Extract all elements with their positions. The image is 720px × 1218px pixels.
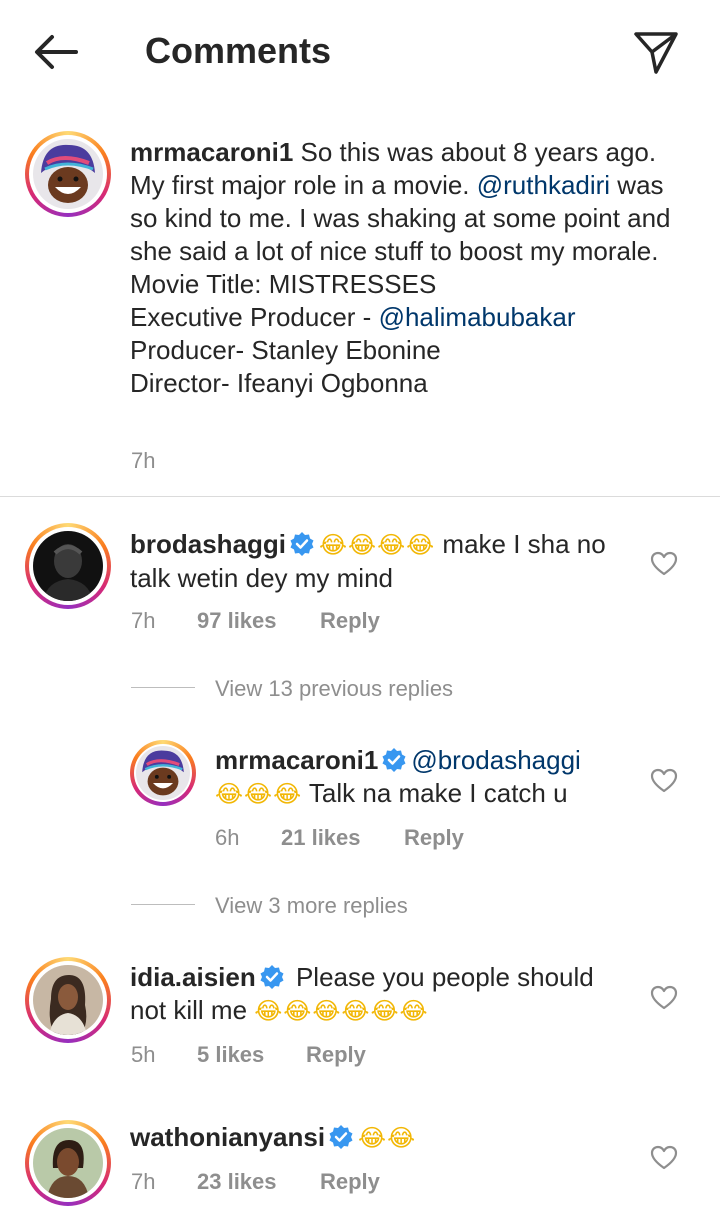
- caption-line-director: Director- Ifeanyi Ogbonna: [130, 368, 428, 398]
- verified-badge-icon: [382, 748, 406, 772]
- caption-meta: 7h: [131, 448, 197, 474]
- verified-badge-icon: [260, 965, 284, 989]
- view-previous-replies-button[interactable]: View 13 previous replies: [215, 676, 453, 702]
- timestamp: 5h: [131, 1042, 156, 1067]
- reply-button[interactable]: Reply: [404, 825, 464, 851]
- comment-text: brodashaggi 😂😂😂😂 make I sha no talk wetin…: [130, 529, 606, 593]
- avatar[interactable]: [130, 740, 196, 806]
- caption-text: mrmacaroni1 So this was about 8 years ag…: [130, 137, 671, 398]
- comment-text: wathonianyansi 😂😂: [130, 1121, 630, 1155]
- verified-badge-icon: [329, 1125, 353, 1149]
- username[interactable]: idia.aisien: [130, 962, 256, 992]
- caption-line-exec: Executive Producer -: [130, 302, 379, 332]
- avatar[interactable]: [25, 523, 111, 609]
- username[interactable]: brodashaggi: [130, 529, 286, 559]
- back-button[interactable]: [28, 28, 84, 76]
- paper-plane-icon: [634, 32, 678, 74]
- avatar[interactable]: [25, 1120, 111, 1206]
- arrow-left-icon: [35, 35, 78, 69]
- share-button[interactable]: [630, 26, 682, 78]
- comment-meta: 5h 5 likes Reply: [131, 1042, 366, 1068]
- emoji: 😂😂😂😂: [319, 531, 436, 559]
- page-title: Comments: [145, 30, 332, 71]
- likes-count[interactable]: 21 likes: [281, 825, 404, 851]
- divider: [0, 496, 720, 497]
- reply-text: mrmacaroni1 @brodashaggi 😂😂😂 Talk na make…: [215, 744, 635, 811]
- divider: [131, 904, 195, 905]
- emoji: 😂😂😂: [215, 780, 303, 808]
- comment-text: idia.aisien Please you people should not…: [130, 961, 630, 1028]
- comment-meta: 7h 97 likes Reply: [131, 608, 380, 634]
- mention-link[interactable]: @halimabubakar: [379, 302, 576, 332]
- caption-line-producer: Producer- Stanley Ebonine: [130, 335, 441, 365]
- reply-button[interactable]: Reply: [320, 1169, 380, 1195]
- emoji: 😂😂😂😂😂😂: [254, 997, 429, 1025]
- reply-button[interactable]: Reply: [320, 608, 380, 634]
- likes-count[interactable]: 5 likes: [197, 1042, 306, 1068]
- mention-link[interactable]: @ruthkadiri: [477, 170, 610, 200]
- avatar[interactable]: [25, 131, 111, 217]
- timestamp: 7h: [131, 1169, 156, 1194]
- header: Comments: [0, 0, 720, 100]
- likes-count[interactable]: 23 likes: [197, 1169, 320, 1195]
- view-more-replies-button[interactable]: View 3 more replies: [215, 893, 408, 919]
- divider: [131, 687, 195, 688]
- comment-meta: 7h 23 likes Reply: [131, 1169, 380, 1195]
- timestamp: 7h: [131, 608, 156, 633]
- reply-button[interactable]: Reply: [306, 1042, 366, 1068]
- username[interactable]: mrmacaroni1: [215, 745, 378, 775]
- verified-badge-icon: [290, 532, 314, 556]
- username[interactable]: mrmacaroni1: [130, 137, 293, 167]
- emoji: 😂😂: [358, 1124, 417, 1152]
- caption-line-movie: Movie Title: MISTRESSES: [130, 269, 437, 299]
- avatar[interactable]: [25, 957, 111, 1043]
- heart-outline-icon[interactable]: [650, 1144, 678, 1172]
- heart-outline-icon[interactable]: [650, 984, 678, 1012]
- heart-outline-icon[interactable]: [650, 767, 678, 795]
- reply-meta: 6h 21 likes Reply: [215, 825, 464, 851]
- heart-outline-icon[interactable]: [650, 550, 678, 578]
- likes-count[interactable]: 97 likes: [197, 608, 320, 634]
- mention-link[interactable]: @brodashaggi: [411, 745, 581, 775]
- timestamp: 6h: [215, 825, 240, 850]
- timestamp: 7h: [131, 448, 156, 473]
- username[interactable]: wathonianyansi: [130, 1122, 325, 1152]
